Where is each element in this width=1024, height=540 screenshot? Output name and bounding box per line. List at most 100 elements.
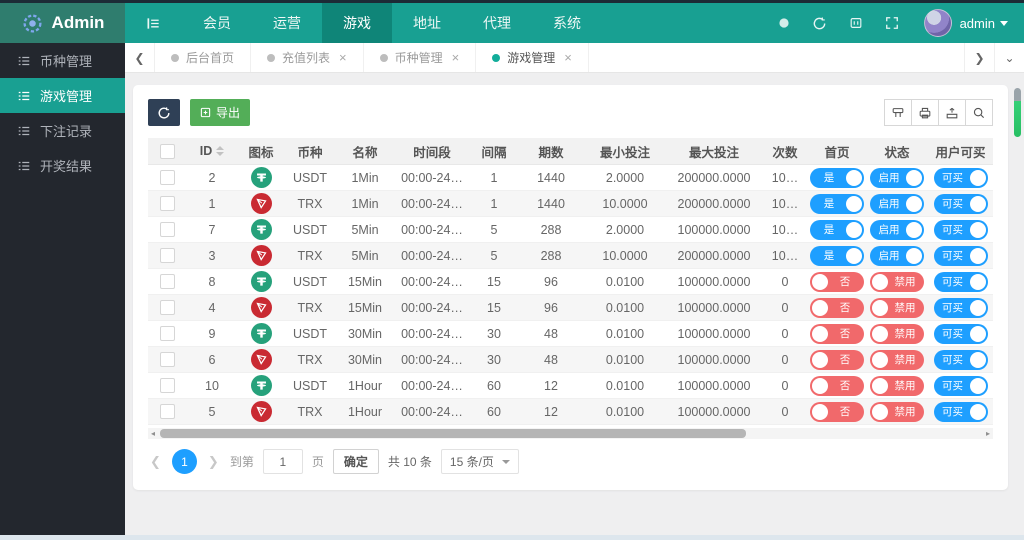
nav-menu-item[interactable]: 运营 (252, 3, 322, 43)
row-checkbox[interactable] (159, 300, 175, 315)
buyable-toggle[interactable]: 可买 (933, 375, 988, 396)
horizontal-scroll-thumb[interactable] (160, 429, 746, 438)
vertical-scroll-thumb[interactable] (1014, 101, 1021, 137)
refresh-table-button[interactable] (148, 99, 180, 126)
row-checkbox[interactable] (159, 196, 175, 211)
row-checkbox[interactable] (159, 352, 175, 367)
buyable-toggle[interactable]: 可买 (933, 193, 988, 214)
columns-icon[interactable] (884, 99, 912, 126)
home-toggle[interactable]: 否 (810, 349, 864, 370)
buyable-toggle[interactable]: 可买 (933, 271, 988, 292)
cell-interval: 1 (490, 170, 498, 185)
status-toggle[interactable]: 启用 (870, 219, 924, 240)
buyable-toggle[interactable]: 可买 (933, 167, 988, 188)
tab[interactable]: 游戏管理 × (476, 43, 589, 72)
export-button[interactable]: 导出 (190, 99, 251, 126)
user-menu[interactable]: admin (960, 16, 1014, 31)
next-page-icon[interactable]: ❯ (206, 454, 221, 470)
cell-time: 00:00-24… (401, 170, 463, 185)
tab[interactable]: 充值列表 × (251, 43, 364, 72)
tab-label: 币种管理 (394, 51, 443, 65)
status-toggle[interactable]: 禁用 (870, 297, 924, 318)
confirm-page-button[interactable]: 确定 (332, 449, 379, 474)
sidebar-item[interactable]: 下注记录 (0, 113, 125, 148)
tab[interactable]: 后台首页 (155, 43, 252, 72)
export-print-icon[interactable] (938, 99, 966, 126)
buyable-toggle[interactable]: 可买 (933, 297, 988, 318)
status-toggle[interactable]: 启用 (870, 193, 924, 214)
status-toggle[interactable]: 启用 (870, 167, 924, 188)
page-number-input[interactable] (262, 449, 303, 474)
home-toggle[interactable]: 否 (810, 323, 864, 344)
cell-name: 30Min (347, 352, 383, 367)
home-toggle[interactable]: 否 (810, 271, 864, 292)
avatar[interactable] (923, 9, 952, 37)
home-toggle[interactable]: 是 (810, 245, 864, 266)
page-size-select[interactable]: 15 条/页 (440, 449, 519, 474)
status-toggle[interactable]: 禁用 (870, 375, 924, 396)
scroll-right-arrow-icon[interactable]: ▸ (983, 428, 993, 439)
col-id[interactable]: ID (186, 144, 238, 158)
row-checkbox[interactable] (159, 170, 175, 185)
buyable-toggle[interactable]: 可买 (933, 349, 988, 370)
cell-count: 0 (781, 352, 789, 367)
home-toggle[interactable]: 否 (810, 297, 864, 318)
scroll-left-arrow-icon[interactable]: ◂ (148, 428, 158, 439)
vertical-scrollbar[interactable] (1014, 88, 1021, 137)
tab-close-icon[interactable]: × (339, 50, 347, 65)
nav-menu-item[interactable]: 代理 (462, 3, 532, 43)
buyable-toggle[interactable]: 可买 (933, 219, 988, 240)
row-checkbox[interactable] (159, 326, 175, 341)
printer-icon[interactable] (911, 99, 939, 126)
sidebar-item[interactable]: 开奖结果 (0, 148, 125, 183)
nav-menu-item[interactable]: 地址 (392, 3, 462, 43)
sidebar-item[interactable]: 游戏管理 (0, 78, 125, 113)
nav-menu-label: 会员 (203, 15, 231, 31)
clear-icon[interactable] (838, 3, 874, 43)
dot-icon[interactable] (766, 3, 802, 43)
nav-menu-item[interactable]: 会员 (182, 3, 252, 43)
cell-count: 10… (771, 222, 799, 237)
row-checkbox[interactable] (159, 378, 175, 393)
home-toggle[interactable]: 否 (810, 401, 864, 422)
row-checkbox[interactable] (159, 274, 175, 289)
nav-menu-item[interactable]: 游戏 (322, 3, 392, 43)
status-toggle[interactable]: 禁用 (870, 271, 924, 292)
horizontal-scrollbar[interactable]: ◂ ▸ (148, 428, 993, 439)
status-toggle[interactable]: 禁用 (870, 323, 924, 344)
current-page-button[interactable]: 1 (171, 449, 197, 474)
buyable-toggle[interactable]: 可买 (933, 245, 988, 266)
tabs-menu-icon[interactable]: ⌄ (994, 43, 1024, 72)
tab[interactable]: 币种管理 × (364, 43, 477, 72)
home-toggle[interactable]: 是 (810, 219, 864, 240)
brand[interactable]: Admin (0, 3, 125, 43)
tabs-scroll-left-icon[interactable]: ❮ (125, 43, 155, 72)
prev-page-icon[interactable]: ❮ (148, 454, 163, 470)
fullscreen-icon[interactable] (874, 3, 910, 43)
row-checkbox[interactable] (159, 222, 175, 237)
tab-close-icon[interactable]: × (564, 50, 572, 65)
cell-id: 5 (208, 404, 216, 419)
select-all-checkbox[interactable] (159, 143, 175, 159)
buyable-toggle[interactable]: 可买 (933, 323, 988, 344)
cell-count: 10… (771, 248, 799, 263)
nav-menu-item[interactable]: 系统 (532, 3, 602, 43)
refresh-icon[interactable] (802, 3, 838, 43)
nav-menu-item[interactable] (125, 3, 182, 43)
tabs-scroll-right-icon[interactable]: ❯ (964, 43, 994, 72)
status-toggle[interactable]: 启用 (870, 245, 924, 266)
sort-icon[interactable] (216, 146, 225, 156)
buyable-toggle[interactable]: 可买 (933, 401, 988, 422)
status-toggle[interactable]: 禁用 (870, 349, 924, 370)
tab-close-icon[interactable]: × (452, 50, 460, 65)
status-toggle[interactable]: 禁用 (870, 401, 924, 422)
cell-id: 2 (208, 170, 216, 185)
home-toggle[interactable]: 是 (810, 193, 864, 214)
home-toggle[interactable]: 是 (810, 167, 864, 188)
row-checkbox[interactable] (159, 404, 175, 419)
tab-dot-icon (492, 53, 501, 62)
home-toggle[interactable]: 否 (810, 375, 864, 396)
sidebar-item[interactable]: 币种管理 (0, 43, 125, 78)
search-icon[interactable] (965, 99, 993, 126)
row-checkbox[interactable] (159, 248, 175, 263)
